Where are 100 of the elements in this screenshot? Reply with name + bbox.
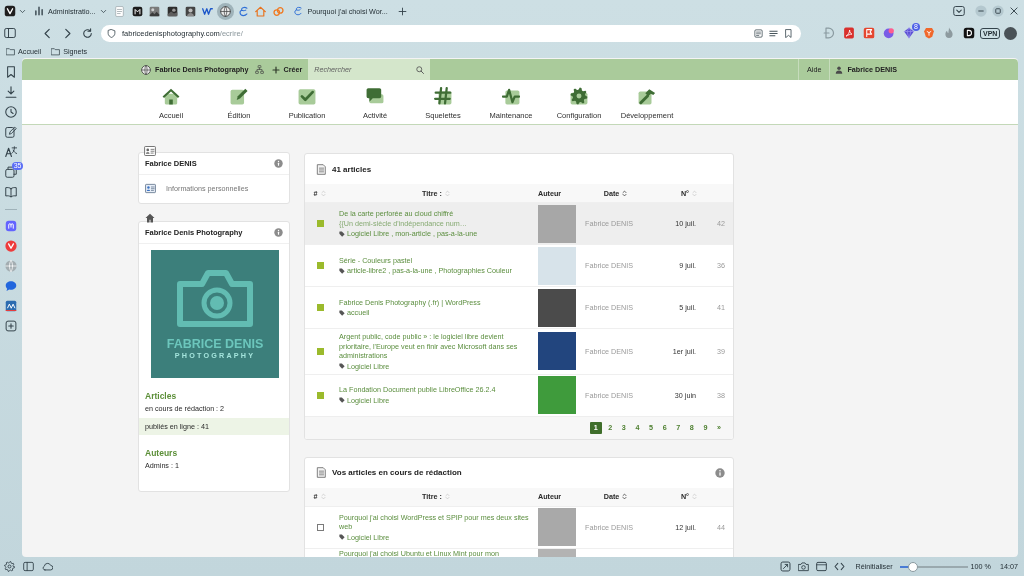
round-v-icon[interactable] [5, 240, 17, 252]
document-icon [316, 467, 327, 478]
cloud-icon[interactable] [42, 561, 53, 572]
pencil-icon [230, 87, 248, 105]
d-tile-icon[interactable] [963, 27, 975, 39]
photo-placeholder[interactable] [538, 332, 576, 371]
section-heading: Auteurs [144, 447, 179, 459]
status-icon[interactable] [316, 304, 324, 311]
flame-icon[interactable] [943, 27, 955, 39]
swirl-icon [237, 5, 249, 17]
globe-icon [220, 5, 231, 17]
photo-icon [184, 5, 196, 17]
tag-icon [339, 534, 345, 540]
reader-icon[interactable] [754, 28, 763, 38]
window-icon[interactable] [5, 166, 17, 178]
minimize-icon[interactable] [975, 5, 987, 17]
reload-icon[interactable] [82, 27, 93, 39]
tag-icon [339, 363, 345, 369]
check-icon [298, 87, 316, 105]
arrow-square-icon[interactable] [780, 561, 792, 572]
flag-icon[interactable] [863, 27, 875, 39]
chat-icon [366, 87, 384, 105]
card-title: Vos articles en cours de rédaction [332, 468, 462, 477]
section-heading: Articles [144, 390, 178, 402]
search-icon[interactable] [416, 65, 425, 74]
sort-icon[interactable] [621, 189, 629, 197]
rings-icon [273, 5, 285, 17]
forward-icon[interactable] [62, 27, 73, 39]
book-icon[interactable] [5, 186, 17, 198]
house-icon [255, 5, 267, 17]
photo-placeholder[interactable] [538, 288, 576, 327]
note-icon[interactable] [5, 126, 17, 138]
panel-toggle-icon[interactable] [4, 27, 16, 39]
close-icon[interactable] [1009, 6, 1019, 16]
tag-icon [339, 397, 345, 404]
folder-icon [6, 46, 15, 56]
house-icon [162, 87, 180, 105]
pdf-icon[interactable] [843, 27, 855, 39]
tab-list-icon[interactable] [953, 5, 965, 17]
home-icon [145, 213, 155, 223]
blob-icon[interactable] [883, 27, 895, 39]
caret-icon[interactable] [19, 7, 26, 15]
bar-chart-icon [34, 6, 44, 16]
pulse-icon [502, 87, 520, 105]
tag-icon [339, 230, 345, 237]
status-icon[interactable] [316, 262, 324, 269]
photo-icon [166, 5, 178, 17]
clock-icon[interactable] [5, 106, 17, 118]
tag-icon [339, 267, 345, 274]
card-title: 41 articles [332, 164, 372, 174]
hammer-icon [638, 87, 656, 105]
code-icon[interactable] [834, 561, 846, 572]
bookmark-icon[interactable] [784, 28, 793, 38]
chart-tile-icon[interactable] [5, 300, 17, 312]
window-icon[interactable] [816, 561, 828, 572]
logo-text: FABRICE DENIS [166, 337, 264, 351]
panel-icon[interactable] [23, 561, 34, 572]
status-icon[interactable] [316, 523, 324, 531]
info-icon[interactable] [274, 228, 283, 237]
m-square-icon[interactable] [5, 220, 17, 232]
gear-icon [570, 87, 588, 105]
caret-icon[interactable] [99, 7, 107, 15]
globe-icon[interactable] [5, 260, 17, 272]
contact-card-icon [145, 183, 156, 194]
photo-icon [149, 5, 161, 17]
swirl-icon [293, 6, 304, 16]
m-tile-icon [131, 5, 143, 17]
settings-icon[interactable] [4, 561, 15, 572]
camera-icon [177, 270, 253, 327]
shield-icon[interactable] [107, 28, 116, 38]
plus-icon [272, 65, 281, 74]
status-icon[interactable] [316, 347, 324, 355]
restore-icon[interactable] [992, 5, 1004, 17]
zigzag-icon [202, 5, 214, 17]
document-icon [316, 163, 327, 175]
tag-icon [339, 309, 345, 316]
add-panel-icon[interactable] [5, 320, 17, 332]
sitemap-icon[interactable] [255, 65, 265, 74]
profile-avatar[interactable] [1004, 26, 1018, 40]
status-icon[interactable] [316, 391, 324, 399]
v-logo-icon[interactable] [4, 5, 16, 17]
download-icon[interactable] [5, 86, 17, 98]
folder-icon [51, 46, 61, 56]
crest-icon[interactable] [923, 27, 935, 39]
info-icon[interactable] [715, 467, 725, 478]
hash-icon [434, 87, 452, 105]
chat-icon[interactable] [5, 280, 17, 292]
sort-icon[interactable] [621, 493, 629, 500]
bookmark-icon[interactable] [5, 66, 17, 78]
user-icon [835, 65, 844, 74]
translate-icon[interactable] [5, 146, 17, 158]
info-icon[interactable] [274, 159, 283, 168]
new-tab-icon[interactable] [397, 6, 407, 16]
lines-icon[interactable] [769, 28, 778, 38]
camera-icon[interactable] [798, 561, 810, 572]
gem-icon[interactable] [903, 27, 915, 39]
document-icon [113, 5, 125, 17]
slider-thumb[interactable] [908, 561, 919, 572]
globe-icon [141, 64, 151, 75]
back-icon[interactable] [42, 27, 53, 39]
